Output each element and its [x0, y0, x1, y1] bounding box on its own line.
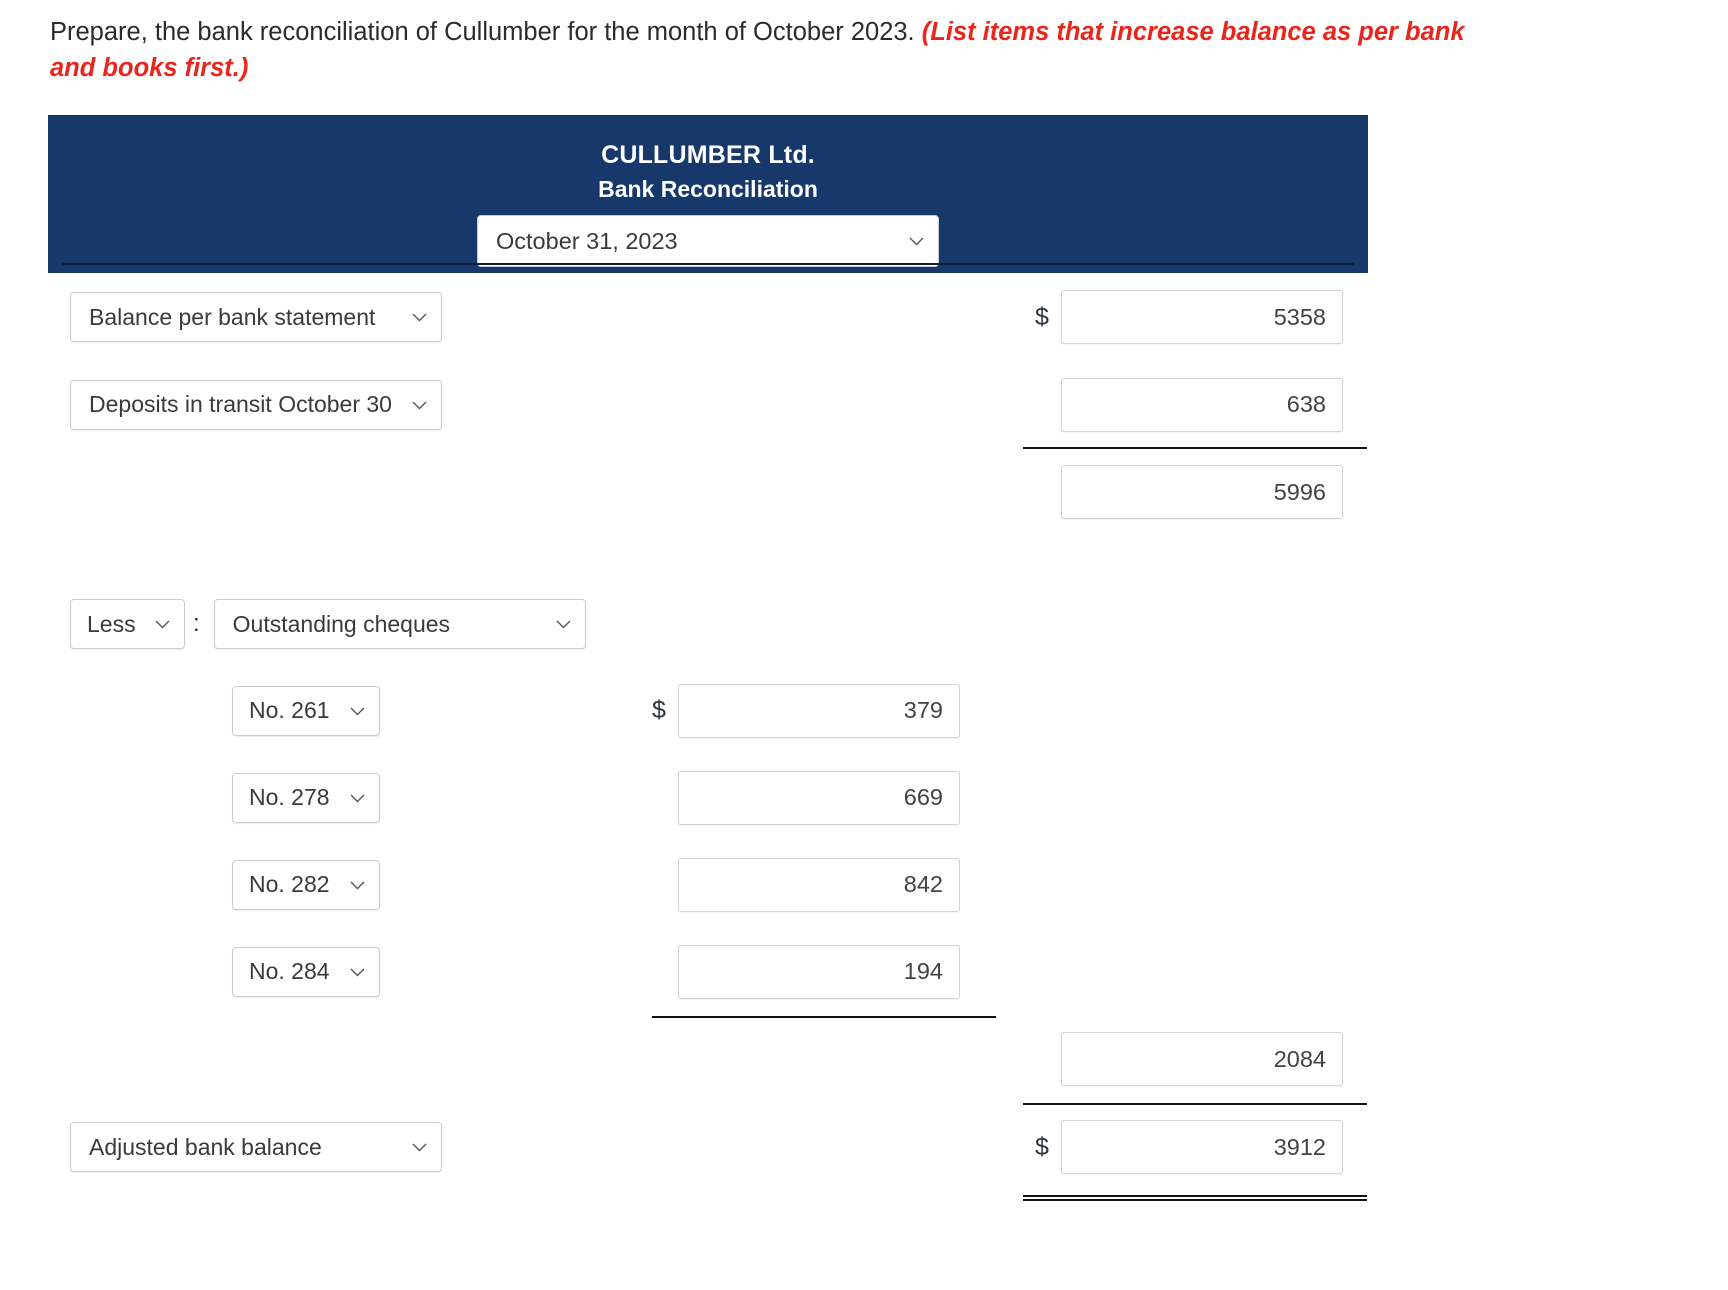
chevron-down-icon	[350, 707, 365, 716]
date-select[interactable]: October 31, 2023	[477, 215, 939, 268]
amount-input-cheque-2[interactable]: 842	[678, 857, 960, 912]
row-adjusted-bank-balance: Adjusted bank balance $ 3912	[48, 1103, 1368, 1202]
currency-symbol-0: $	[1035, 302, 1049, 331]
amount-value-cheque-3: 194	[903, 958, 943, 985]
question-prompt: Prepare, the bank reconciliation of Cull…	[0, 0, 1560, 86]
cheque-number-label-3: No. 284	[249, 958, 330, 985]
row-cheque-2: No. 282 842	[48, 841, 1368, 928]
less-colon: :	[193, 610, 200, 638]
row-bank-subtotal: 5996	[48, 448, 1368, 536]
sheet-title: Bank Reconciliation	[598, 176, 818, 203]
amount-value-cheques-total: 2084	[1273, 1045, 1326, 1072]
chevron-down-icon	[350, 881, 365, 890]
company-name: CULLUMBER Ltd.	[601, 141, 815, 170]
cheque-number-select-2[interactable]: No. 282	[232, 859, 380, 910]
amount-input-cheque-1[interactable]: 669	[678, 770, 960, 825]
outstanding-cheques-select[interactable]: Outstanding cheques	[213, 599, 586, 650]
amount-input-bank-subtotal[interactable]: 5996	[1061, 465, 1343, 520]
cheque-number-select-0[interactable]: No. 261	[232, 685, 380, 736]
amount-value-deposits-in-transit: 638	[1286, 391, 1326, 418]
sheet-rows: Balance per bank statement $ 5358 Deposi…	[48, 273, 1368, 1202]
row-cheque-3: No. 284 194	[48, 928, 1368, 1019]
chevron-down-icon	[556, 620, 571, 629]
header-underline	[62, 263, 1354, 266]
less-qualifier-select[interactable]: Less	[70, 599, 185, 650]
date-select-value: October 31, 2023	[496, 227, 678, 254]
amount-value-balance-per-bank: 5358	[1273, 303, 1326, 330]
cheque-number-select-1[interactable]: No. 278	[232, 772, 380, 823]
grand-total-double-rule	[1023, 1195, 1367, 1202]
row-spacer	[48, 536, 1368, 581]
row-balance-per-bank: Balance per bank statement $ 5358	[48, 273, 1368, 361]
row-cheques-total: $ 2084	[48, 1015, 1368, 1106]
line-item-label-1: Deposits in transit October 30	[89, 391, 392, 418]
chevron-down-icon	[350, 794, 365, 803]
currency-symbol-cheque-0: $	[652, 696, 666, 725]
currency-symbol-cheques-total: $	[1035, 1045, 1061, 1074]
chevron-down-icon	[909, 237, 924, 246]
row-deposits-in-transit: Deposits in transit October 30 638	[48, 361, 1368, 450]
less-qualifier-value: Less	[87, 610, 136, 637]
line-item-select-0[interactable]: Balance per bank statement	[70, 292, 442, 343]
chevron-down-icon	[155, 620, 170, 629]
row-cheque-1: No. 278 669	[48, 754, 1368, 841]
amount-value-cheque-0: 379	[903, 697, 943, 724]
line-item-select-1[interactable]: Deposits in transit October 30	[70, 379, 442, 430]
currency-symbol-adjusted: $	[1035, 1132, 1049, 1161]
amount-value-cheque-2: 842	[903, 871, 943, 898]
amount-value-cheque-1: 669	[903, 784, 943, 811]
amount-input-cheques-total[interactable]: 2084	[1061, 1032, 1343, 1087]
chevron-down-icon	[350, 968, 365, 977]
row-less-outstanding-cheques: Less : Outstanding cheques	[48, 581, 1368, 667]
cheque-number-label-2: No. 282	[249, 871, 330, 898]
chevron-down-icon	[412, 313, 427, 322]
amount-input-adjusted-bank-balance[interactable]: 3912	[1061, 1120, 1343, 1175]
amount-value-adjusted-bank-balance: 3912	[1273, 1133, 1326, 1160]
chevron-down-icon	[412, 401, 427, 410]
cheque-number-label-1: No. 278	[249, 784, 330, 811]
line-item-label-0: Balance per bank statement	[89, 303, 376, 330]
cheque-number-select-3[interactable]: No. 284	[232, 946, 380, 997]
amount-input-deposits-in-transit[interactable]: 638	[1061, 377, 1343, 432]
prompt-text: Prepare, the bank reconciliation of Cull…	[50, 18, 915, 46]
bank-reconciliation-sheet: CULLUMBER Ltd. Bank Reconciliation Octob…	[48, 115, 1368, 1202]
adjusted-bank-balance-label: Adjusted bank balance	[89, 1133, 322, 1160]
amount-input-cheque-3[interactable]: 194	[678, 944, 960, 999]
chevron-down-icon	[412, 1143, 427, 1152]
outstanding-cheques-label: Outstanding cheques	[232, 610, 451, 637]
amount-input-balance-per-bank[interactable]: 5358	[1061, 290, 1343, 345]
amount-input-cheque-0[interactable]: 379	[678, 683, 960, 738]
amount-value-bank-subtotal: 5996	[1273, 478, 1326, 505]
sheet-header: CULLUMBER Ltd. Bank Reconciliation Octob…	[48, 115, 1368, 274]
adjusted-bank-balance-select[interactable]: Adjusted bank balance	[70, 1122, 442, 1173]
cheque-number-label-0: No. 261	[249, 697, 330, 724]
row-cheque-0: No. 261 $ 379	[48, 667, 1368, 754]
